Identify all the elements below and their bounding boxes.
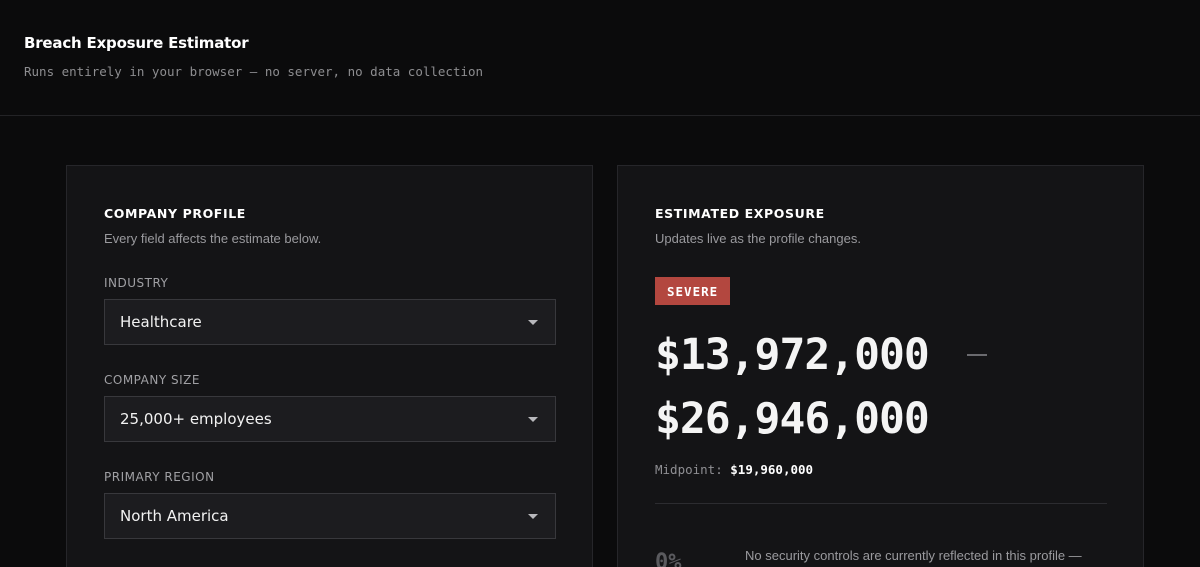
primary-region-field: PRIMARY REGION North America: [104, 470, 556, 539]
primary-region-label: PRIMARY REGION: [104, 470, 215, 484]
controls-percent: 0%: [655, 550, 682, 567]
estimated-exposure-description: Updates live as the profile changes.: [655, 231, 861, 246]
company-size-select[interactable]: 25,000+ employees: [104, 396, 556, 442]
main-content: COMPANY PROFILE Every field affects the …: [0, 116, 1200, 567]
controls-note: No security controls are currently refle…: [745, 548, 1082, 563]
chevron-down-icon: [528, 513, 538, 519]
primary-region-select[interactable]: North America: [104, 493, 556, 539]
exposure-range-high-row: $26,946,000: [655, 393, 1106, 445]
midpoint-value: $19,960,000: [730, 462, 814, 477]
industry-value: Healthcare: [120, 313, 202, 331]
estimated-exposure-heading: ESTIMATED EXPOSURE: [655, 206, 825, 221]
primary-region-value: North America: [120, 507, 229, 525]
app-subtitle: Runs entirely in your browser — no serve…: [24, 64, 484, 79]
company-size-field: COMPANY SIZE 25,000+ employees: [104, 373, 556, 442]
exposure-range-high: $26,946,000: [655, 394, 930, 444]
divider: [655, 503, 1107, 504]
severity-badge: SEVERE: [655, 277, 731, 305]
company-profile-heading: COMPANY PROFILE: [104, 206, 246, 221]
app-title: Breach Exposure Estimator: [24, 34, 249, 52]
company-size-value: 25,000+ employees: [120, 410, 272, 428]
company-size-label: COMPANY SIZE: [104, 373, 200, 387]
range-separator-dash: [966, 354, 987, 356]
company-profile-description: Every field affects the estimate below.: [104, 231, 322, 246]
estimated-exposure-panel: ESTIMATED EXPOSURE Updates live as the p…: [617, 165, 1144, 567]
industry-select[interactable]: Healthcare: [104, 299, 556, 345]
midpoint-label: Midpoint:: [655, 462, 723, 477]
exposure-range-low-row: $13,972,000: [655, 329, 1106, 381]
industry-label: INDUSTRY: [104, 276, 169, 290]
chevron-down-icon: [528, 416, 538, 422]
company-profile-panel: COMPANY PROFILE Every field affects the …: [66, 165, 593, 567]
security-controls-row: 0% No security controls are currently re…: [655, 548, 1106, 567]
midpoint-row: Midpoint: $19,960,000: [655, 462, 1106, 477]
exposure-range-low: $13,972,000: [655, 330, 930, 380]
industry-field: INDUSTRY Healthcare: [104, 276, 556, 345]
app-header: Breach Exposure Estimator Runs entirely …: [0, 0, 1200, 116]
chevron-down-icon: [528, 319, 538, 325]
